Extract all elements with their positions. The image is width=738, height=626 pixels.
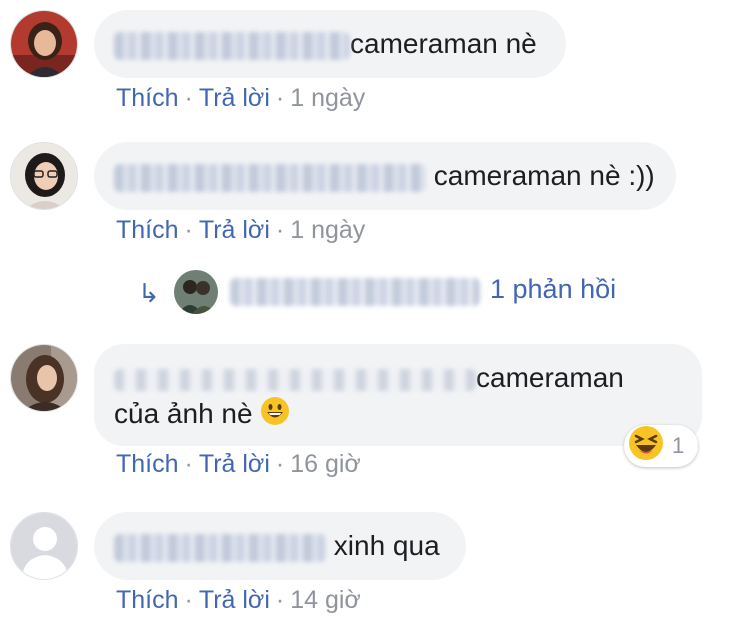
- reaction-count: 1: [672, 433, 685, 458]
- profile-photo: [11, 143, 77, 209]
- commenter-avatar[interactable]: [10, 10, 78, 78]
- separator: ·: [184, 216, 193, 244]
- comment-text: cameraman: [476, 362, 624, 393]
- timestamp[interactable]: 14 giờ: [290, 586, 361, 614]
- separator: ·: [184, 450, 193, 478]
- profile-photo: [11, 11, 77, 77]
- reply-link[interactable]: Trả lời: [199, 84, 270, 112]
- grinning-face-icon: [260, 396, 290, 435]
- reply-count-link[interactable]: 1 phản hồi: [490, 274, 616, 305]
- redacted-name: [114, 163, 426, 192]
- comment-actions: Thích · Trả lời · 16 giờ: [116, 450, 361, 479]
- reply-link[interactable]: Trả lời: [199, 450, 270, 478]
- commenter-avatar[interactable]: [10, 142, 78, 210]
- commenter-avatar[interactable]: [10, 344, 78, 412]
- comment-actions: Thích · Trả lời · 14 giờ: [116, 586, 361, 615]
- reply-link[interactable]: Trả lời: [199, 216, 270, 244]
- like-link[interactable]: Thích: [116, 216, 179, 244]
- timestamp[interactable]: 16 giờ: [290, 450, 361, 478]
- separator: ·: [275, 450, 285, 478]
- comment-bubble: xinh qua: [94, 512, 466, 580]
- comment-bubble: cameraman nè: [94, 10, 566, 78]
- redacted-name: [114, 368, 476, 391]
- redacted-name: [114, 31, 350, 60]
- timestamp[interactable]: 1 ngày: [290, 84, 365, 112]
- laughing-emoji-icon: [628, 425, 664, 467]
- separator: ·: [275, 84, 285, 112]
- redacted-name: [230, 278, 480, 306]
- reply-avatar: [174, 270, 218, 314]
- separator: ·: [184, 84, 193, 112]
- default-avatar[interactable]: [10, 512, 78, 580]
- profile-photo: [11, 345, 77, 411]
- default-person-icon: [11, 513, 77, 579]
- like-link[interactable]: Thích: [116, 84, 179, 112]
- comment-text-line: của ảnh nè: [114, 396, 682, 435]
- comment-text: cameraman nè: [350, 28, 537, 59]
- comment-text: cameraman nè :)): [433, 160, 655, 191]
- comment-actions: Thích · Trả lời · 1 ngày: [116, 216, 365, 245]
- separator: ·: [275, 586, 285, 614]
- reply-arrow-icon: ↳: [138, 278, 160, 308]
- comment-text-line: cameraman: [114, 360, 682, 396]
- view-replies[interactable]: ↳ 1 phản hồi: [138, 268, 658, 318]
- timestamp[interactable]: 1 ngày: [290, 216, 365, 244]
- like-link[interactable]: Thích: [116, 450, 179, 478]
- comment-text: của ảnh nè: [114, 398, 253, 429]
- comment-actions: Thích · Trả lời · 1 ngày: [116, 84, 365, 113]
- comment-bubble: cameraman nè :)): [94, 142, 676, 210]
- separator: ·: [184, 586, 193, 614]
- like-link[interactable]: Thích: [116, 586, 179, 614]
- reaction-summary[interactable]: 1: [624, 425, 699, 467]
- redacted-name: [114, 533, 326, 562]
- comment-bubble: cameraman của ảnh nè: [94, 344, 702, 446]
- comment-text: xinh qua: [333, 530, 440, 561]
- reply-link[interactable]: Trả lời: [199, 586, 270, 614]
- profile-photo: [174, 270, 218, 314]
- separator: ·: [275, 216, 285, 244]
